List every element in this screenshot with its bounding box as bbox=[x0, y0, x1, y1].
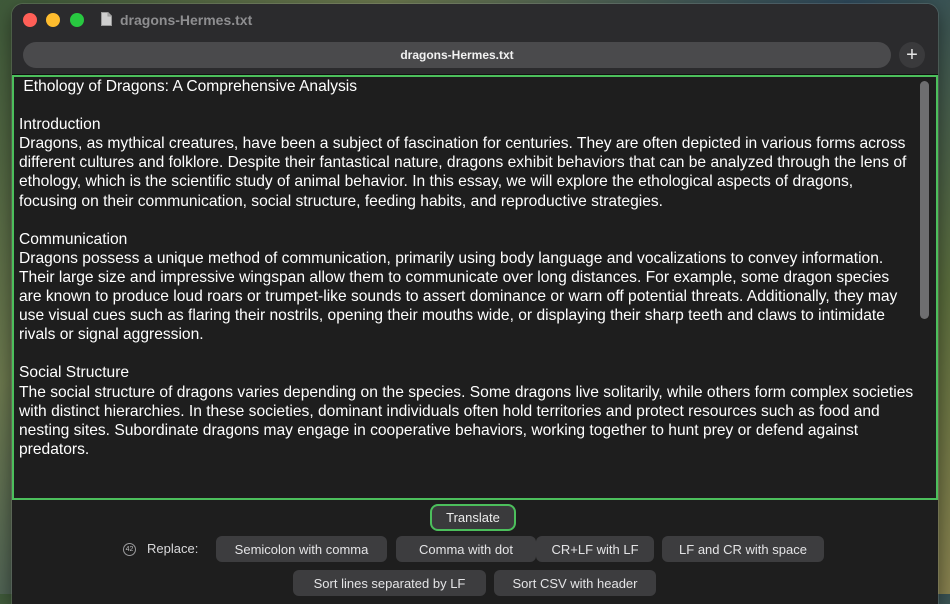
tab-label: dragons-Hermes.txt bbox=[400, 48, 514, 62]
editor-content[interactable]: Ethology of Dragons: A Comprehensive Ana… bbox=[19, 77, 914, 459]
app-window: dragons-Hermes.txt dragons-Hermes.txt + … bbox=[12, 4, 938, 604]
translate-button[interactable]: Translate bbox=[430, 504, 516, 531]
tab-dragons-hermes[interactable]: dragons-Hermes.txt bbox=[23, 42, 891, 68]
plus-icon: + bbox=[906, 44, 918, 66]
replace-comma-with-dot-button[interactable]: Comma with dot bbox=[396, 536, 536, 562]
replace-semicolon-with-comma-button[interactable]: Semicolon with comma bbox=[216, 536, 387, 562]
text-editor[interactable]: Ethology of Dragons: A Comprehensive Ana… bbox=[12, 75, 938, 500]
window-title: dragons-Hermes.txt bbox=[120, 12, 253, 28]
title-bar: dragons-Hermes.txt bbox=[12, 4, 938, 38]
sort-csv-header-button[interactable]: Sort CSV with header bbox=[494, 570, 656, 596]
maximize-window-button[interactable] bbox=[70, 13, 84, 27]
replace-crlf-with-lf-button[interactable]: CR+LF with LF bbox=[536, 536, 654, 562]
minimize-window-button[interactable] bbox=[46, 13, 60, 27]
replace-count-icon: 42 bbox=[123, 543, 136, 556]
replace-label: Replace: bbox=[147, 541, 199, 556]
vertical-scrollbar[interactable] bbox=[920, 81, 929, 319]
new-tab-button[interactable]: + bbox=[899, 42, 925, 68]
tab-bar: dragons-Hermes.txt + bbox=[12, 38, 938, 75]
sort-lines-lf-button[interactable]: Sort lines separated by LF bbox=[293, 570, 486, 596]
replace-lf-cr-with-space-button[interactable]: LF and CR with space bbox=[662, 536, 824, 562]
close-window-button[interactable] bbox=[23, 13, 37, 27]
document-icon bbox=[101, 12, 112, 26]
